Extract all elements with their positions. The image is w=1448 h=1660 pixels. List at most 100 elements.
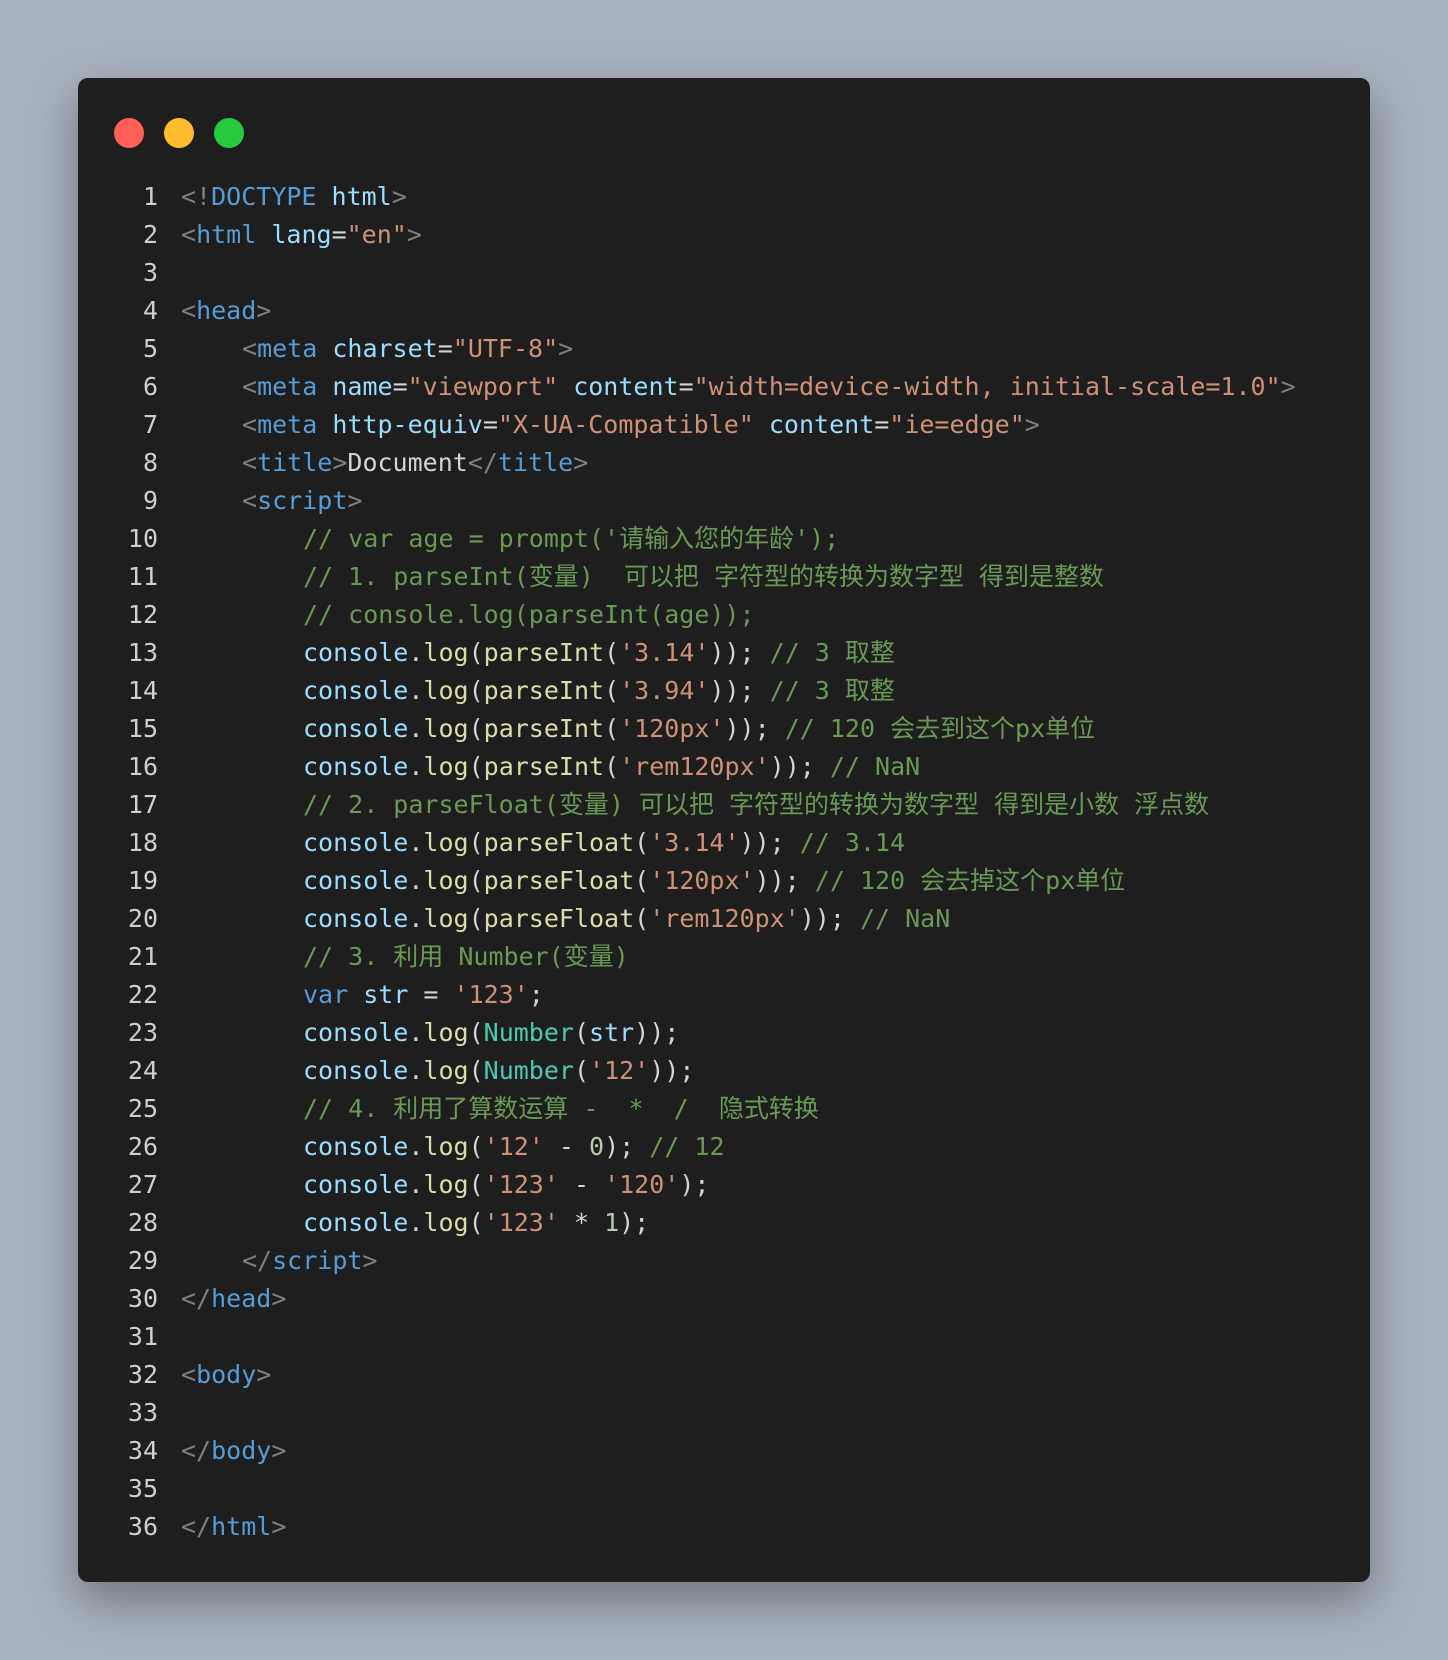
line-number: 31 [127, 1322, 158, 1351]
code-token: > [332, 448, 348, 477]
code-token: title [497, 448, 574, 477]
code-token: > [558, 334, 574, 363]
line-code: </script> [181, 1242, 377, 1280]
code-token: log [423, 638, 469, 667]
line-number: 1 [142, 182, 158, 211]
line-number: 4 [142, 296, 158, 325]
code-token: . [408, 1018, 424, 1047]
code-token: 'rem120px' [619, 752, 770, 781]
code-token: ( [604, 676, 620, 705]
code-token: ( [468, 638, 484, 667]
code-token: = [678, 372, 694, 401]
code-token: '3.14' [649, 828, 740, 857]
code-token: lang [271, 220, 332, 249]
code-token: var [303, 980, 349, 1009]
line-code: console.log('123' * 1); [181, 1204, 649, 1242]
code-line: 16 console.log(parseInt('rem120px')); // … [78, 748, 1370, 786]
code-token: str [363, 980, 409, 1009]
code-token: ( [573, 1018, 590, 1047]
code-line: 3 [78, 254, 1370, 292]
code-line: 4 <head> [78, 292, 1370, 330]
code-token: meta [257, 410, 318, 439]
code-token: // 3 取整 [769, 676, 895, 705]
code-line: 27 console.log('123' - '120'); [78, 1166, 1370, 1204]
minimize-button[interactable] [164, 118, 194, 148]
code-token: > [347, 486, 363, 515]
code-line: 21 // 3. 利用 Number(变量) [78, 938, 1370, 976]
code-token: // 3.14 [799, 828, 906, 857]
code-line: 30 </head> [78, 1280, 1370, 1318]
code-token: = [874, 410, 890, 439]
line-code: </head> [181, 1280, 286, 1318]
code-token: // var age = prompt('请输入您的年龄'); [303, 524, 840, 553]
code-line: 26 console.log('12' - 0); // 12 [78, 1128, 1370, 1166]
line-code: // 4. 利用了算数运算 - * / 隐式转换 [181, 1090, 819, 1128]
code-token: '120px' [619, 714, 725, 743]
line-number: 15 [127, 714, 158, 743]
code-token: = [392, 372, 408, 401]
line-number: 14 [127, 676, 158, 705]
line-number: 26 [127, 1132, 158, 1161]
code-token: // 2. parseFloat(变量) 可以把 字符型的转换为数字型 得到是小… [303, 790, 1210, 819]
code-token: log [423, 1018, 469, 1047]
code-token: ( [634, 828, 650, 857]
line-code: </body> [181, 1432, 286, 1470]
code-token: )); [754, 866, 815, 895]
code-token: . [408, 714, 424, 743]
code-token: log [423, 676, 469, 705]
code-token: console [303, 1132, 409, 1161]
code-token: ( [468, 866, 484, 895]
code-token: // 3 取整 [769, 638, 895, 667]
line-code: console.log(parseFloat('120px')); // 120… [181, 862, 1125, 900]
line-code: console.log(Number(str)); [181, 1014, 679, 1052]
code-token: html [211, 1512, 272, 1541]
line-number: 29 [127, 1246, 158, 1275]
code-token: 'rem120px' [649, 904, 800, 933]
code-token: - [558, 1170, 605, 1199]
line-code: <title>Document</title> [181, 444, 588, 482]
close-button[interactable] [114, 118, 144, 148]
line-code: console.log('12' - 0); // 12 [181, 1128, 725, 1166]
line-code: console.log('123' - '120'); [181, 1166, 709, 1204]
code-token: . [408, 676, 424, 705]
code-token: ( [634, 904, 650, 933]
code-line: 19 console.log(parseFloat('120px')); // 1… [78, 862, 1370, 900]
code-token: http-equiv [332, 410, 483, 439]
code-token: = [408, 980, 454, 1009]
code-token: ( [468, 676, 484, 705]
line-number: 20 [127, 904, 158, 933]
code-token: Document [347, 448, 468, 477]
code-token: <! [181, 182, 212, 211]
code-token: > [406, 220, 422, 249]
code-line: 25 // 4. 利用了算数运算 - * / 隐式转换 [78, 1090, 1370, 1128]
line-code: console.log(parseInt('rem120px')); // Na… [181, 748, 920, 786]
code-token: . [408, 904, 424, 933]
code-line: 8 <title>Document</title> [78, 444, 1370, 482]
code-token: </ [467, 448, 498, 477]
line-number: 24 [127, 1056, 158, 1085]
line-number: 36 [127, 1512, 158, 1541]
code-token: )); [739, 828, 800, 857]
line-code: <meta name="viewport" content="width=dev… [181, 368, 1296, 406]
code-token: )); [709, 676, 770, 705]
code-token: . [408, 828, 424, 857]
code-token: log [423, 1208, 469, 1237]
code-token: html [331, 182, 392, 211]
code-line: 1 <!DOCTYPE html> [78, 178, 1370, 216]
line-number: 32 [127, 1360, 158, 1389]
code-token: body [211, 1436, 272, 1465]
code-token: // 120 会去到这个px单位 [784, 714, 1096, 743]
maximize-button[interactable] [214, 118, 244, 148]
code-line: 33 [78, 1394, 1370, 1432]
code-editor[interactable]: 1 <!DOCTYPE html> 2 <html lang="en"> 3 4 <head… [78, 178, 1370, 1546]
code-token: log [423, 828, 469, 857]
code-line: 5 <meta charset="UTF-8"> [78, 330, 1370, 368]
code-token: '120px' [649, 866, 755, 895]
code-token: '123' [483, 1208, 559, 1237]
code-token: 0 [589, 1132, 605, 1161]
line-code: <meta charset="UTF-8"> [181, 330, 573, 368]
